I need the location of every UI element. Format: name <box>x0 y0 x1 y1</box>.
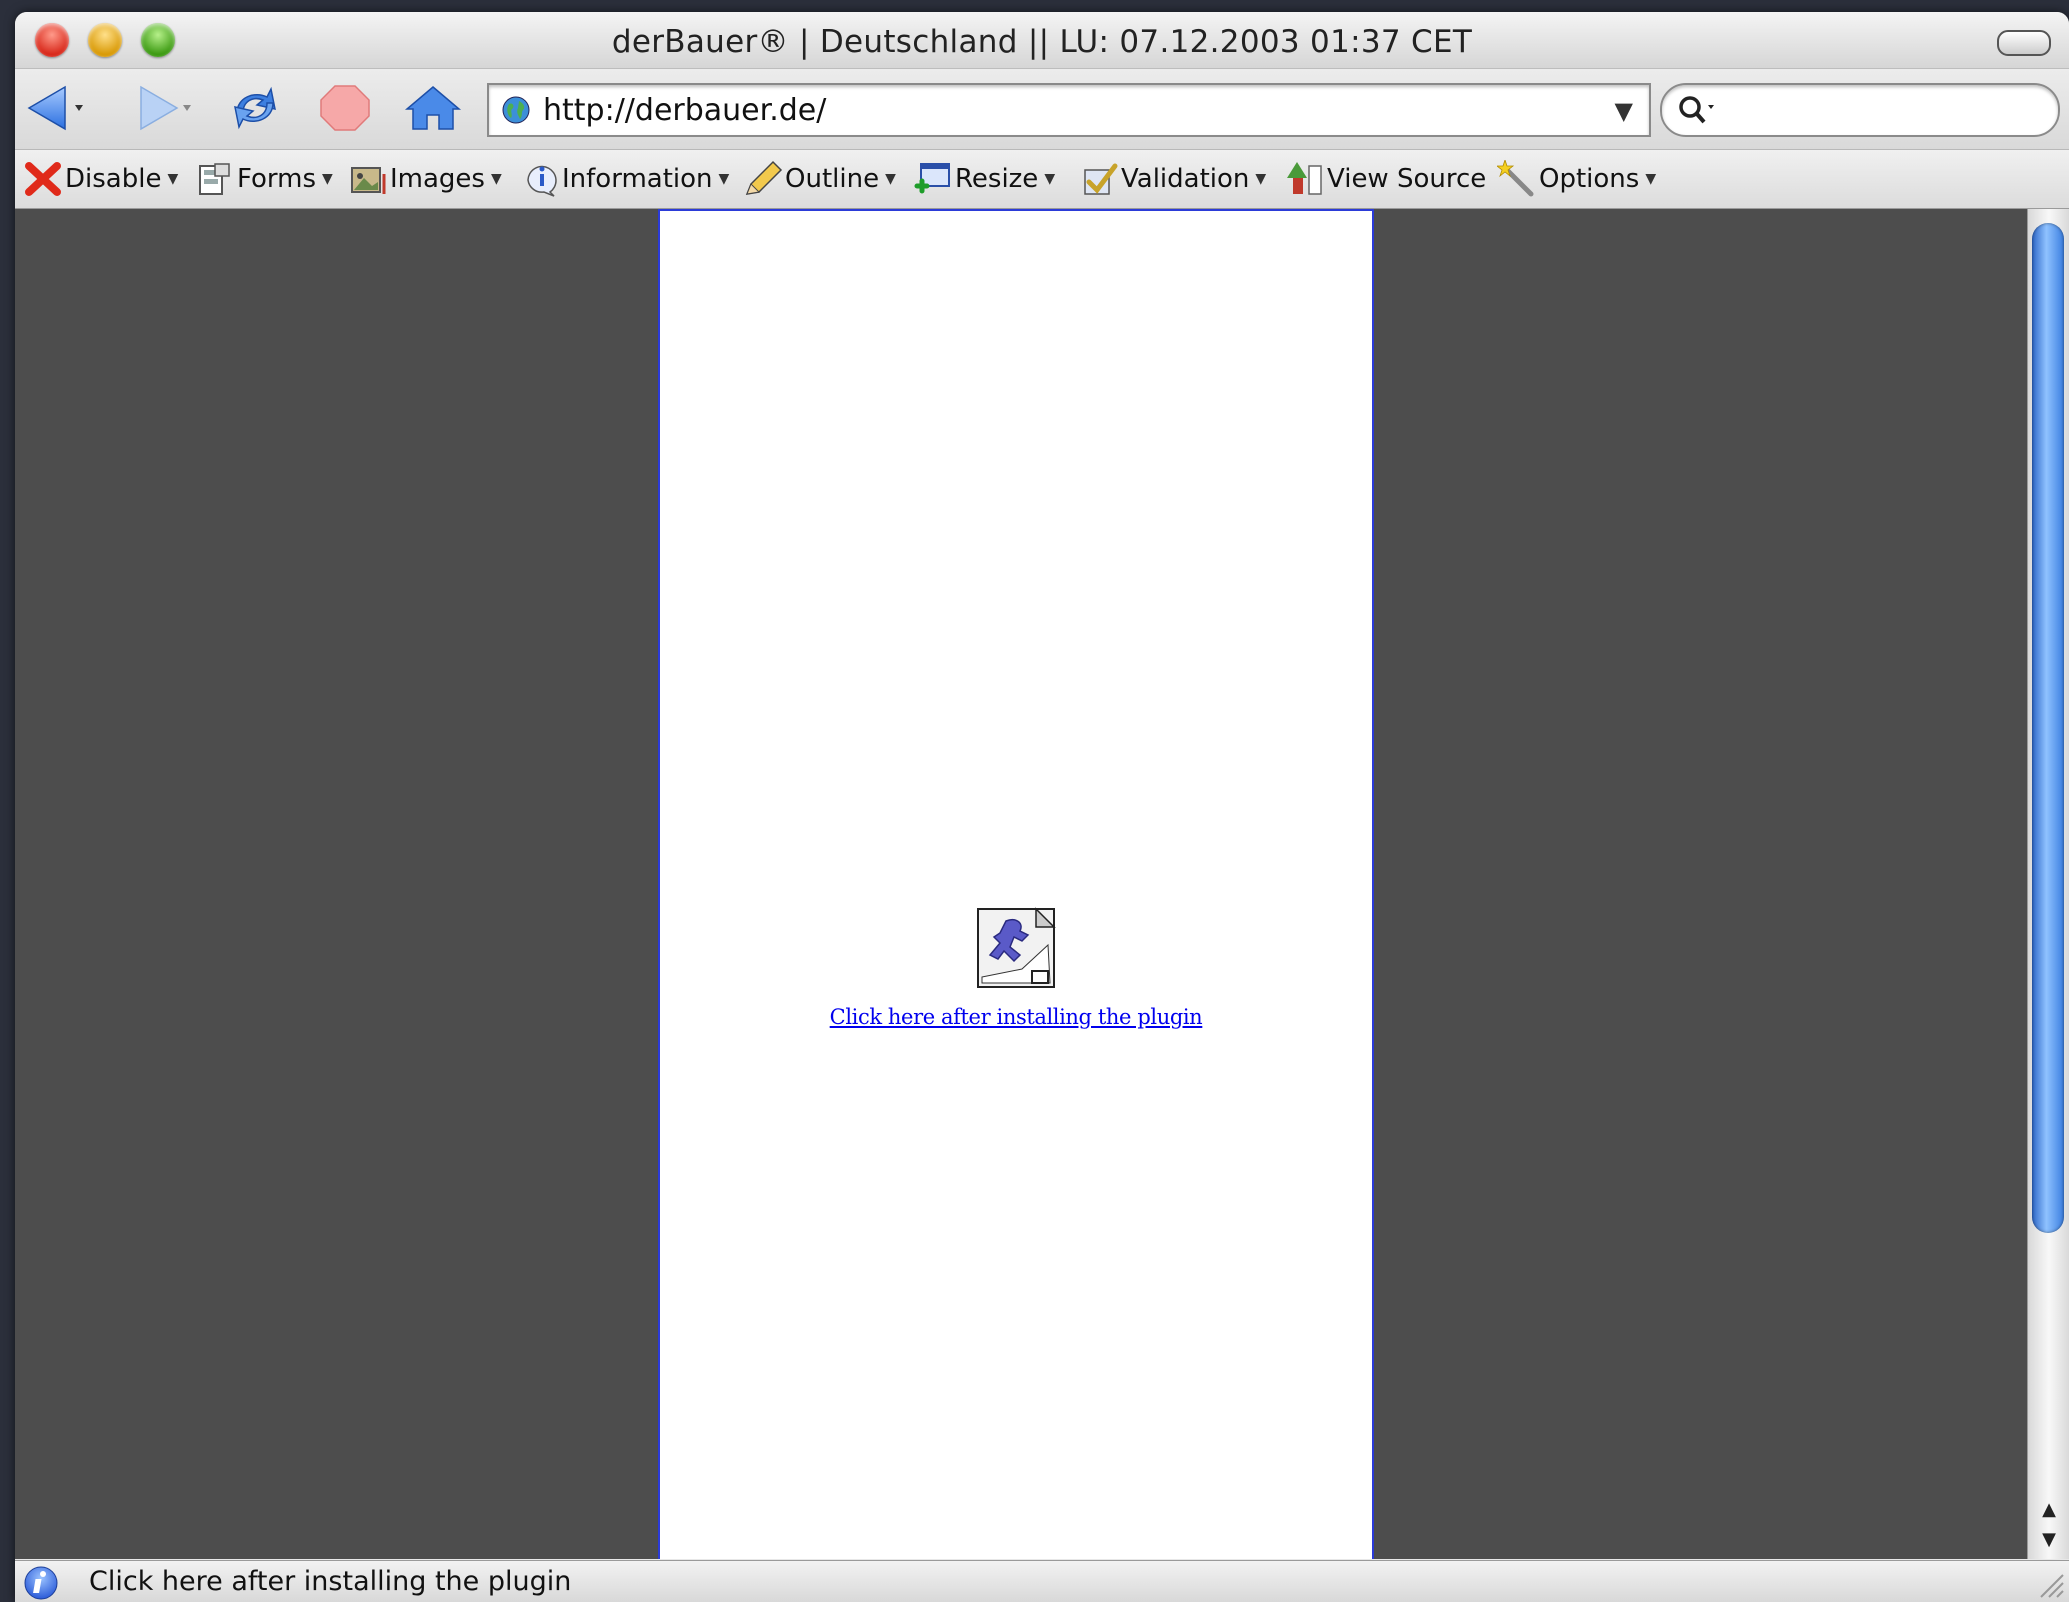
back-button[interactable] <box>25 83 87 133</box>
title-bar: derBauer® | Deutschland || LU: 07.12.200… <box>15 12 2069 69</box>
toolbar-outline-label: Outline <box>785 164 880 194</box>
toolbar-images-label: Images <box>390 164 485 194</box>
toolbar-disable-menu[interactable]: Disable ▼ <box>23 160 178 198</box>
toolbar-resize-label: Resize <box>955 164 1039 194</box>
view-source-icon <box>1287 162 1322 195</box>
toolbar-forms-menu[interactable]: Forms ▼ <box>195 160 333 198</box>
forms-icon <box>199 163 230 195</box>
toolbar-view-source-label: View Source <box>1327 164 1487 194</box>
toolbar-information-menu[interactable]: Information ▼ <box>520 160 729 198</box>
pencil-icon <box>745 160 783 195</box>
web-developer-toolbar: Disable ▼ Forms ▼ Images ▼ Information ▼… <box>15 150 2069 209</box>
forward-button[interactable] <box>133 83 195 133</box>
red-x-icon <box>25 162 61 196</box>
dropdown-arrow-icon: ▼ <box>1044 171 1056 187</box>
url-input[interactable] <box>541 89 1585 131</box>
page-viewport: Click here after installing the plugin <box>15 209 2027 1559</box>
globe-icon <box>502 96 530 124</box>
page-content-area: Click here after installing the plugin <box>658 209 1374 1559</box>
dropdown-arrow-icon: ▼ <box>885 171 896 187</box>
scrollbar-thumb[interactable] <box>2032 223 2064 1233</box>
toolbar-resize-menu[interactable]: Resize ▼ <box>913 160 1055 198</box>
dropdown-arrow-icon: ▼ <box>322 171 333 187</box>
toolbar-validation-label: Validation <box>1121 164 1250 194</box>
stop-button[interactable] <box>317 83 373 133</box>
window-title: derBauer® | Deutschland || LU: 07.12.200… <box>611 24 1473 60</box>
status-bar: Click here after installing the plugin <box>15 1560 2069 1602</box>
address-bar[interactable]: ▼ <box>487 83 1651 137</box>
search-icon[interactable] <box>1676 93 1716 127</box>
scroll-down-arrow-icon[interactable]: ▼ <box>2028 1529 2069 1559</box>
resize-grip-icon[interactable] <box>2035 1569 2065 1599</box>
toolbar-options-menu[interactable]: Options ▼ <box>1497 160 1656 198</box>
resize-icon <box>914 163 950 194</box>
navigation-toolbar: ▼ <box>15 69 2069 150</box>
reload-icon <box>234 86 276 130</box>
info-icon <box>24 1566 58 1600</box>
vertical-scrollbar[interactable]: ▲ ▼ <box>2027 209 2069 1559</box>
toolbar-forms-label: Forms <box>237 164 317 194</box>
url-history-dropdown-icon[interactable]: ▼ <box>1615 97 1633 125</box>
dropdown-arrow-icon: ▼ <box>1645 171 1657 187</box>
search-input[interactable] <box>1726 91 2040 129</box>
dropdown-arrow-icon: ▼ <box>490 171 502 187</box>
missing-plugin-icon[interactable] <box>976 907 1058 989</box>
scroll-up-arrow-icon[interactable]: ▲ <box>2028 1499 2069 1529</box>
wand-icon <box>1497 160 1534 197</box>
information-icon <box>527 165 557 197</box>
forward-arrow-icon <box>140 85 191 131</box>
toolbar-toggle-button[interactable] <box>1997 30 2051 56</box>
dropdown-arrow-icon: ▼ <box>167 171 179 187</box>
toolbar-disable-label: Disable <box>65 164 162 194</box>
toolbar-information-label: Information <box>562 164 713 194</box>
status-text: Click here after installing the plugin <box>89 1566 572 1597</box>
reload-button[interactable] <box>225 83 285 133</box>
back-arrow-icon <box>27 85 83 131</box>
checkmark-icon <box>1084 163 1118 195</box>
home-button[interactable] <box>403 83 463 133</box>
dropdown-arrow-icon: ▼ <box>1255 171 1267 187</box>
browser-window: derBauer® | Deutschland || LU: 07.12.200… <box>15 12 2069 1602</box>
toolbar-validation-menu[interactable]: Validation ▼ <box>1079 160 1266 198</box>
toolbar-options-label: Options <box>1539 164 1640 194</box>
images-icon <box>351 167 386 194</box>
home-icon <box>404 86 462 130</box>
search-box[interactable] <box>1660 83 2060 137</box>
toolbar-images-menu[interactable]: Images ▼ <box>348 160 502 198</box>
stop-icon <box>320 85 370 131</box>
dropdown-arrow-icon: ▼ <box>718 171 730 187</box>
install-plugin-link[interactable]: Click here after installing the plugin <box>660 1005 1372 1029</box>
toolbar-view-source-button[interactable]: View Source <box>1285 160 1486 198</box>
toolbar-outline-menu[interactable]: Outline ▼ <box>743 160 896 198</box>
